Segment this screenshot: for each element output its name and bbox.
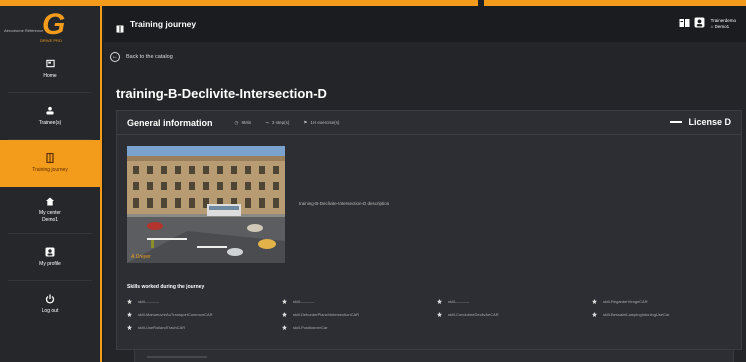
page-title: training-B-Declivite-Intersection-D — [116, 86, 327, 101]
list-item: skill-PositionnerCar — [282, 325, 437, 330]
list-item: skill-BessaintLampingIntoningUseCar — [592, 312, 746, 317]
sidebar-item-log-out[interactable]: Log out — [8, 281, 92, 328]
back-to-catalog-label: Back to the catalog — [126, 54, 173, 60]
route-icon: ⤳ — [265, 120, 269, 125]
profile-icon — [45, 247, 55, 257]
brand-small-text: Aérodrome Référence — [4, 28, 44, 33]
next-section-card — [134, 349, 734, 362]
duration-meta: ◷ 8Min — [235, 120, 252, 126]
star-icon — [592, 312, 597, 317]
sidebar-item-my-center[interactable]: My center Demo1 — [8, 187, 92, 234]
sidebar-item-training-journey[interactable]: Training journey — [0, 140, 100, 187]
exercises-value: 1H exercise(s) — [310, 120, 340, 125]
notebook-icon[interactable] — [679, 15, 690, 33]
list-item: skill-DeborderPlanchIntersectionCAR — [282, 312, 437, 317]
steps-value: 3 step(s) — [271, 120, 290, 125]
journey-icon — [116, 20, 124, 33]
journey-thumbnail: A.Dreyer — [127, 146, 285, 263]
skill-label: skill-DeborderPlanchIntersectionCAR — [293, 312, 360, 317]
list-item: skill----------- — [282, 299, 437, 304]
star-icon — [127, 325, 132, 330]
journey-description: training-B-Declivite-Intersection-D desc… — [299, 201, 390, 206]
journey-icon — [45, 153, 55, 163]
placeholder-line — [147, 356, 207, 358]
star-icon — [127, 312, 132, 317]
header-user-center-name: Demo1 — [714, 24, 730, 29]
star-icon — [127, 299, 132, 304]
brand-logo: G — [42, 8, 66, 41]
sidebar-item-label: My center — [39, 210, 61, 216]
skill-label: skill-ConduireeDeclivAeCAR — [448, 312, 499, 317]
license-badge: License D — [670, 117, 731, 127]
general-information-card: General information ◷ 8Min ⤳ 3 step(s) ⚑… — [116, 110, 742, 350]
home-icon — [45, 59, 55, 69]
main-content: ← Back to the catalog training-B-Declivi… — [104, 42, 746, 362]
star-icon — [592, 299, 597, 304]
back-arrow-icon: ← — [110, 52, 120, 62]
avatar[interactable] — [694, 15, 705, 33]
list-item: skill-ConduireeDeclivAeCAR — [437, 312, 592, 317]
skill-label: skill----------- — [448, 299, 470, 304]
flag-icon: ⚑ — [303, 119, 308, 125]
brand: Aérodrome Référence G DRIVE PRO — [0, 6, 100, 46]
skills-title: Skills worked during the journey — [127, 284, 205, 290]
skill-label: skill-BessaintLampingIntoningUseCar — [603, 312, 670, 317]
sidebar-item-sublabel: Demo1 — [41, 217, 59, 223]
sidebar-item-trainees[interactable]: Trainee(s) — [8, 93, 92, 140]
card-title: General information — [127, 117, 213, 128]
skill-label: skill-PositionnerCar — [293, 325, 328, 330]
back-to-catalog-link[interactable]: ← Back to the catalog — [110, 52, 173, 62]
skill-label: skill----------- — [293, 299, 315, 304]
star-icon — [282, 299, 287, 304]
steps-meta: ⤳ 3 step(s) — [265, 120, 289, 125]
skill-label: skill----------- — [138, 299, 160, 304]
header-user-area: Trainerdemo ⌂ Demo1 — [679, 15, 736, 33]
list-item: skill-RegarderVirageCAR — [592, 299, 746, 304]
license-dash — [670, 121, 683, 123]
sidebar-item-label: Training journey — [32, 167, 68, 173]
center-icon — [45, 196, 55, 206]
skill-label: skill-UseRollandTrachCAR — [138, 325, 186, 330]
header-title: Training journey — [130, 19, 197, 29]
exercises-meta: ⚑ 1H exercise(s) — [303, 120, 339, 126]
star-icon — [437, 312, 442, 317]
star-icon — [282, 312, 287, 317]
header-user-center: ⌂ Demo1 — [710, 24, 730, 29]
thumbnail-caption: A.Dreyer — [131, 254, 151, 260]
brand-logo-subtitle: DRIVE PRO — [40, 38, 63, 43]
top-header: Training journey Trainerdemo ⌂ Demo1 — [104, 6, 746, 42]
star-icon — [282, 325, 287, 330]
list-item: skill-UseRollandTrachCAR — [127, 325, 282, 330]
list-item: skill----------- — [437, 299, 592, 304]
star-icon — [437, 299, 442, 304]
power-icon — [45, 294, 55, 304]
sidebar-item-label: My profile — [39, 260, 61, 267]
sidebar-item-my-profile[interactable]: My profile — [8, 234, 92, 281]
duration-value: 8Min — [241, 120, 252, 125]
skills-list: skill----------- skill----------- skill-… — [127, 299, 727, 330]
header-user-info[interactable]: Trainerdemo ⌂ Demo1 — [711, 18, 736, 30]
sidebar: Aérodrome Référence G DRIVE PRO Home Tra… — [0, 6, 102, 362]
clock-icon: ◷ — [234, 119, 239, 125]
skill-label: skill-ManoeuvreAuTransportCommunCAR — [138, 312, 213, 317]
sidebar-item-label: Log out — [41, 308, 59, 314]
sidebar-item-label: Home — [43, 72, 57, 79]
sidebar-item-home[interactable]: Home — [8, 46, 92, 93]
sidebar-item-label: Trainee(s) — [38, 119, 62, 126]
card-header: General information ◷ 8Min ⤳ 3 step(s) ⚑… — [117, 111, 741, 135]
license-label: License D — [688, 117, 731, 127]
trainees-icon — [45, 106, 55, 116]
skill-label: skill-RegarderVirageCAR — [603, 299, 648, 304]
list-item: skill-ManoeuvreAuTransportCommunCAR — [127, 312, 282, 317]
list-item: skill----------- — [127, 299, 282, 304]
